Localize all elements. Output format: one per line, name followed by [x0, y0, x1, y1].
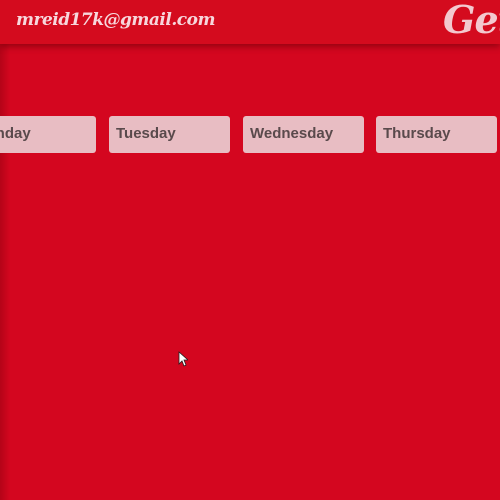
day-tab-tuesday[interactable]: Tuesday [109, 116, 230, 153]
day-tab-wednesday[interactable]: Wednesday [243, 116, 364, 153]
day-tab-label: Tuesday [116, 125, 176, 142]
day-tab-thursday[interactable]: Thursday [376, 116, 497, 153]
top-bar: mreid17k@gmail.com GetT [0, 0, 500, 44]
day-tab-monday[interactable]: Monday [0, 116, 96, 153]
mouse-cursor-icon [178, 351, 188, 367]
app-window: mreid17k@gmail.com GetT Monday Tuesday W… [0, 0, 500, 500]
user-email[interactable]: mreid17k@gmail.com [16, 10, 215, 30]
app-logo[interactable]: GetT [443, 0, 500, 42]
day-tab-label: Wednesday [250, 125, 334, 142]
day-tab-label: Thursday [383, 125, 451, 142]
day-tab-label: Monday [0, 125, 31, 142]
left-edge-shadow [0, 44, 10, 500]
